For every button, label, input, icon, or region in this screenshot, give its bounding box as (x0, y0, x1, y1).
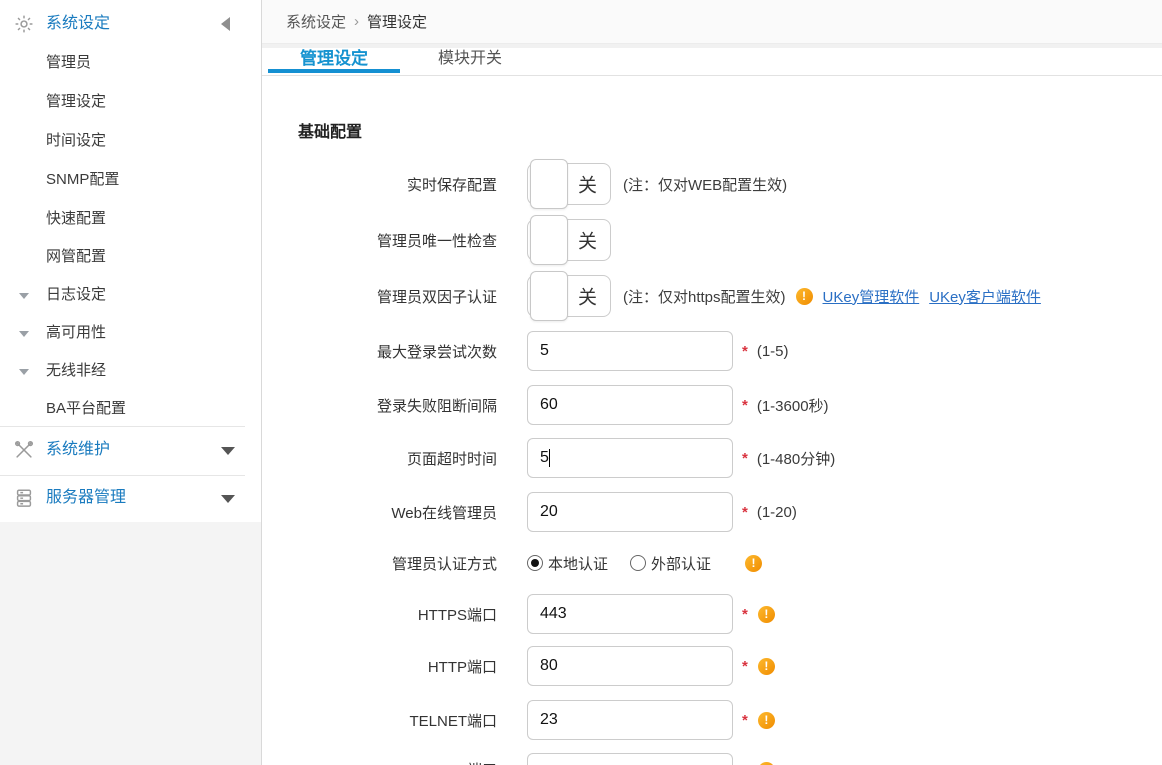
sidebar-item-high-availability[interactable]: 高可用性 (0, 323, 261, 343)
sidebar-item-netmgmt-config[interactable]: 网管配置 (0, 247, 261, 267)
form-row-http-port: HTTP端口 * ! (262, 646, 1162, 686)
gear-icon (13, 13, 35, 35)
required-asterisk: * (742, 658, 748, 675)
realtime-save-toggle[interactable]: 关 (527, 163, 611, 205)
sidebar-item-log-settings[interactable]: 日志设定 (0, 285, 261, 305)
section-title: 基础配置 (298, 118, 362, 142)
realtime-save-note: (注：仅对WEB配置生效) (623, 174, 787, 195)
form-row-two-factor: 管理员双因子认证 关 (注：仅对https配置生效) ! UKey管理软件 UK… (262, 275, 1162, 317)
sidebar-item-quick-config[interactable]: 快速配置 (0, 209, 261, 229)
required-asterisk: * (742, 504, 748, 521)
radio-local-auth[interactable] (527, 555, 543, 571)
range-hint: (1-3600秒) (757, 395, 829, 416)
range-hint: (1-5) (757, 343, 789, 360)
radio-external-auth[interactable] (630, 555, 646, 571)
warning-icon[interactable]: ! (758, 712, 775, 729)
https-port-input[interactable] (527, 594, 733, 634)
form-row-page-timeout: 页面超时时间 * (1-480分钟) (262, 438, 1162, 478)
login-fail-block-input[interactable] (527, 385, 733, 425)
required-asterisk: * (742, 450, 748, 467)
telnet-port-input[interactable] (527, 700, 733, 740)
breadcrumb: 系统设定 › 管理设定 (262, 0, 1162, 44)
warning-icon[interactable]: ! (758, 658, 775, 675)
tab-admin-settings[interactable]: 管理设定 (268, 48, 400, 75)
text-cursor (549, 449, 550, 467)
tab-bar: 管理设定 模块开关 (262, 48, 1162, 76)
http-port-input[interactable] (527, 646, 733, 686)
sidebar-divider (0, 426, 245, 427)
scroll-clip-band (262, 44, 1162, 48)
form-row-telnet-port: TELNET端口 * ! (262, 700, 1162, 740)
chevron-down-icon (19, 369, 29, 375)
ukey-admin-software-link[interactable]: UKey管理软件 (823, 286, 920, 307)
tools-icon (13, 439, 35, 461)
main-content: 系统设定 › 管理设定 管理设定 模块开关 基础配置 实时保存配置 关 ( (262, 0, 1162, 765)
required-asterisk: * (742, 397, 748, 414)
sidebar-footer-area (0, 522, 261, 765)
ssh-port-input[interactable] (527, 753, 733, 765)
sidebar-group-system-maintenance[interactable]: 系统维护 (0, 440, 261, 460)
active-tab-underline (268, 69, 400, 73)
toggle-knob (530, 159, 568, 209)
sidebar-item-snmp[interactable]: SNMP配置 (0, 170, 261, 190)
toggle-knob (530, 271, 568, 321)
form-row-max-login-attempts: 最大登录尝试次数 * (1-5) (262, 331, 1162, 371)
form-row-admin-unique: 管理员唯一性检查 关 (262, 219, 1162, 261)
range-hint: (1-20) (757, 504, 797, 521)
page-timeout-input[interactable] (527, 438, 733, 478)
form-row-auth-method: 管理员认证方式 本地认证 外部认证 ! (262, 548, 1162, 578)
required-asterisk: * (742, 606, 748, 623)
toggle-knob (530, 215, 568, 265)
admin-unique-toggle[interactable]: 关 (527, 219, 611, 261)
warning-icon[interactable]: ! (745, 555, 762, 572)
form-row-realtime-save: 实时保存配置 关 (注：仅对WEB配置生效) (262, 163, 1162, 205)
sidebar-group-system-settings[interactable]: 系统设定 (0, 14, 261, 34)
sidebar: 系统设定 管理员 管理设定 时间设定 SNMP配置 快速配置 网管配置 日志设定… (0, 0, 262, 765)
required-asterisk: * (742, 712, 748, 729)
max-login-attempts-input[interactable] (527, 331, 733, 371)
admin-settings-page: 系统设定 管理员 管理设定 时间设定 SNMP配置 快速配置 网管配置 日志设定… (0, 0, 1162, 765)
form-row-web-online-admins: Web在线管理员 * (1-20) (262, 492, 1162, 532)
required-asterisk: * (742, 343, 748, 360)
warning-icon[interactable]: ! (758, 606, 775, 623)
range-hint: (1-480分钟) (757, 448, 835, 469)
tab-module-switch[interactable]: 模块开关 (400, 48, 540, 75)
breadcrumb-separator: › (354, 13, 359, 30)
chevron-down-icon[interactable] (221, 447, 235, 455)
sidebar-group-server-management[interactable]: 服务器管理 (0, 488, 261, 508)
form-row-https-port: HTTPS端口 * ! (262, 594, 1162, 634)
ukey-client-software-link[interactable]: UKey客户端软件 (929, 286, 1041, 307)
breadcrumb-parent[interactable]: 系统设定 (286, 11, 346, 32)
form-row-login-fail-block: 登录失败阻断间隔 * (1-3600秒) (262, 385, 1162, 425)
two-factor-toggle[interactable]: 关 (527, 275, 611, 317)
collapse-left-arrow-icon[interactable] (221, 17, 230, 31)
sidebar-group-label: 系统设定 (46, 14, 110, 34)
chevron-down-icon (19, 331, 29, 337)
web-online-admins-input[interactable] (527, 492, 733, 532)
warning-icon[interactable]: ! (796, 288, 813, 305)
sidebar-item-admin-settings[interactable]: 管理设定 (0, 92, 261, 112)
two-factor-note: (注：仅对https配置生效) (623, 286, 786, 307)
sidebar-divider (0, 475, 245, 476)
server-icon (13, 487, 35, 509)
breadcrumb-current: 管理设定 (367, 11, 427, 32)
sidebar-item-time-settings[interactable]: 时间设定 (0, 131, 261, 151)
form-row-ssh-port: SSH端口 * ! (262, 753, 1162, 765)
chevron-down-icon[interactable] (221, 495, 235, 503)
sidebar-item-ba-platform[interactable]: BA平台配置 (0, 399, 261, 419)
chevron-down-icon (19, 293, 29, 299)
sidebar-item-admin[interactable]: 管理员 (0, 53, 261, 73)
sidebar-item-wireless[interactable]: 无线非经 (0, 361, 261, 381)
